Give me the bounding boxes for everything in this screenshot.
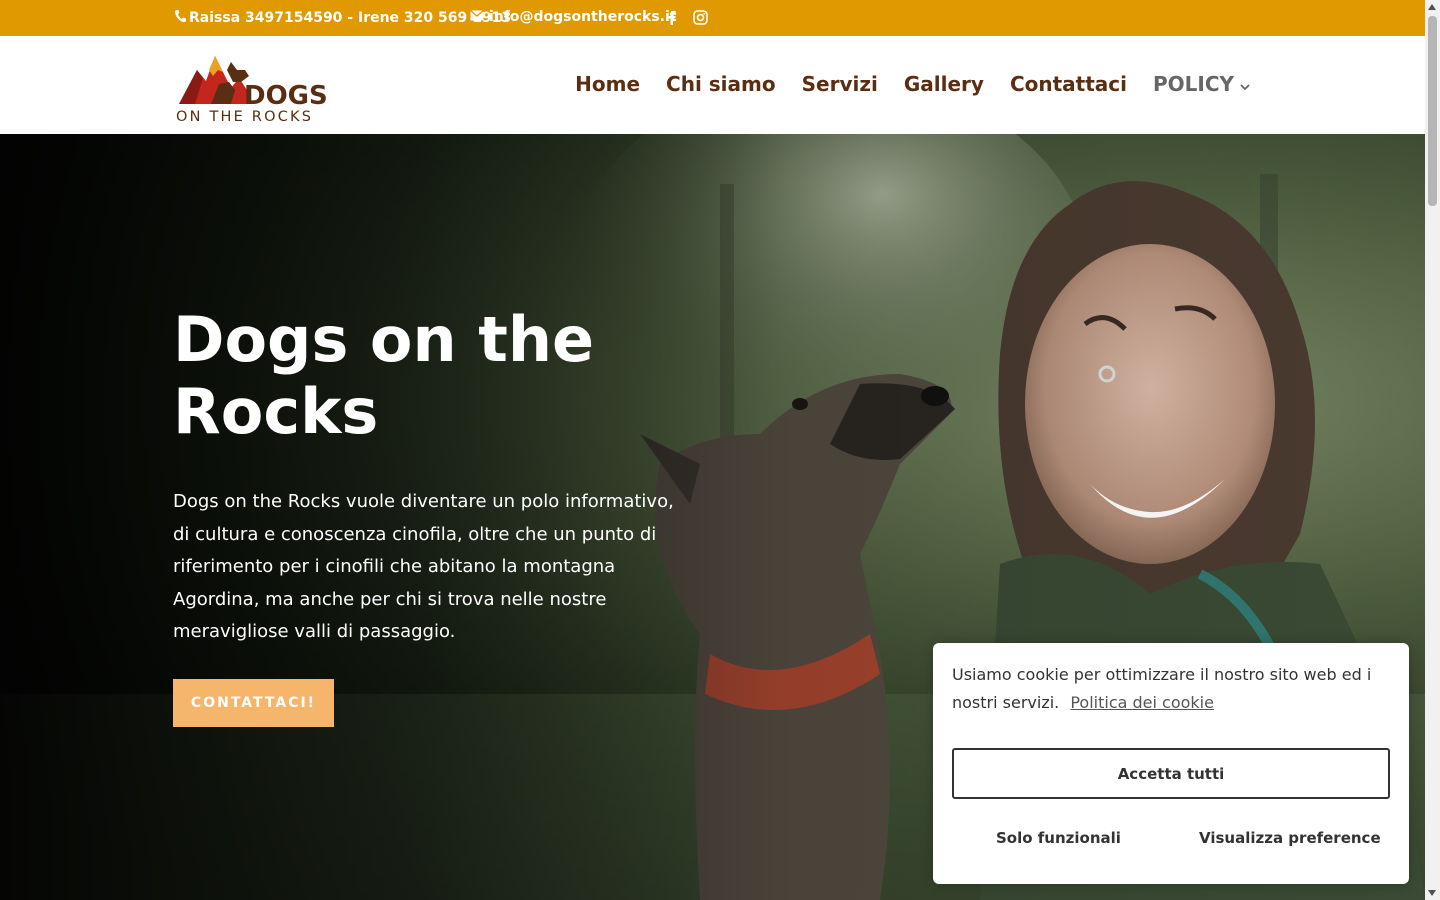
nav-home[interactable]: Home <box>575 72 640 96</box>
hero-title: Dogs on the Rocks <box>173 303 595 448</box>
nav-chi-siamo[interactable]: Chi siamo <box>666 72 776 96</box>
instagram-icon[interactable] <box>692 9 708 25</box>
site-header: DOGS ON THE ROCKS Home Chi siamo Servizi… <box>0 36 1425 134</box>
scrollbar-thumb[interactable] <box>1428 16 1437 206</box>
phone-icon <box>174 9 186 27</box>
contact-cta-button[interactable]: CONTATTACI! <box>173 679 334 727</box>
phone-contact[interactable]: Raissa 3497154590 - Irene 320 569 1913 <box>174 9 511 27</box>
nav-gallery[interactable]: Gallery <box>904 72 984 96</box>
chevron-down-icon <box>1240 72 1250 96</box>
scroll-up-icon[interactable] <box>1428 4 1436 10</box>
cookie-policy-link[interactable]: Politica dei cookie <box>1070 693 1214 712</box>
nav-policy-label: POLICY <box>1152 72 1234 96</box>
cookie-message: Usiamo cookie per ottimizzare il nostro … <box>952 661 1392 717</box>
main-nav: Home Chi siamo Servizi Gallery Contattac… <box>575 72 1250 96</box>
view-preferences-button[interactable]: Visualizza preference <box>1199 829 1381 847</box>
top-bar: Raissa 3497154590 - Irene 320 569 1913 i… <box>0 0 1425 36</box>
scroll-down-icon[interactable] <box>1428 890 1436 896</box>
facebook-icon[interactable] <box>663 9 679 25</box>
cookie-banner: Usiamo cookie per ottimizzare il nostro … <box>933 643 1409 884</box>
hero-text: Dogs on the Rocks vuole diventare un pol… <box>173 491 674 642</box>
mail-icon <box>470 9 484 25</box>
functional-only-button[interactable]: Solo funzionali <box>996 829 1121 847</box>
logo-word-dogs: DOGS <box>244 81 328 111</box>
site-logo[interactable]: DOGS ON THE ROCKS <box>175 48 335 125</box>
page-scrollbar[interactable] <box>1425 0 1440 900</box>
nav-servizi[interactable]: Servizi <box>802 72 878 96</box>
email-contact[interactable]: info@dogsontherocks.it <box>470 9 676 25</box>
logo-word-rocks: ON THE ROCKS <box>176 109 313 124</box>
nav-policy[interactable]: POLICY <box>1153 72 1250 96</box>
phone-numbers: Raissa 3497154590 - Irene 320 569 1913 <box>189 10 512 26</box>
email-address: info@dogsontherocks.it <box>489 9 677 25</box>
nav-contattaci[interactable]: Contattaci <box>1010 72 1127 96</box>
accept-all-button[interactable]: Accetta tutti <box>952 748 1390 799</box>
